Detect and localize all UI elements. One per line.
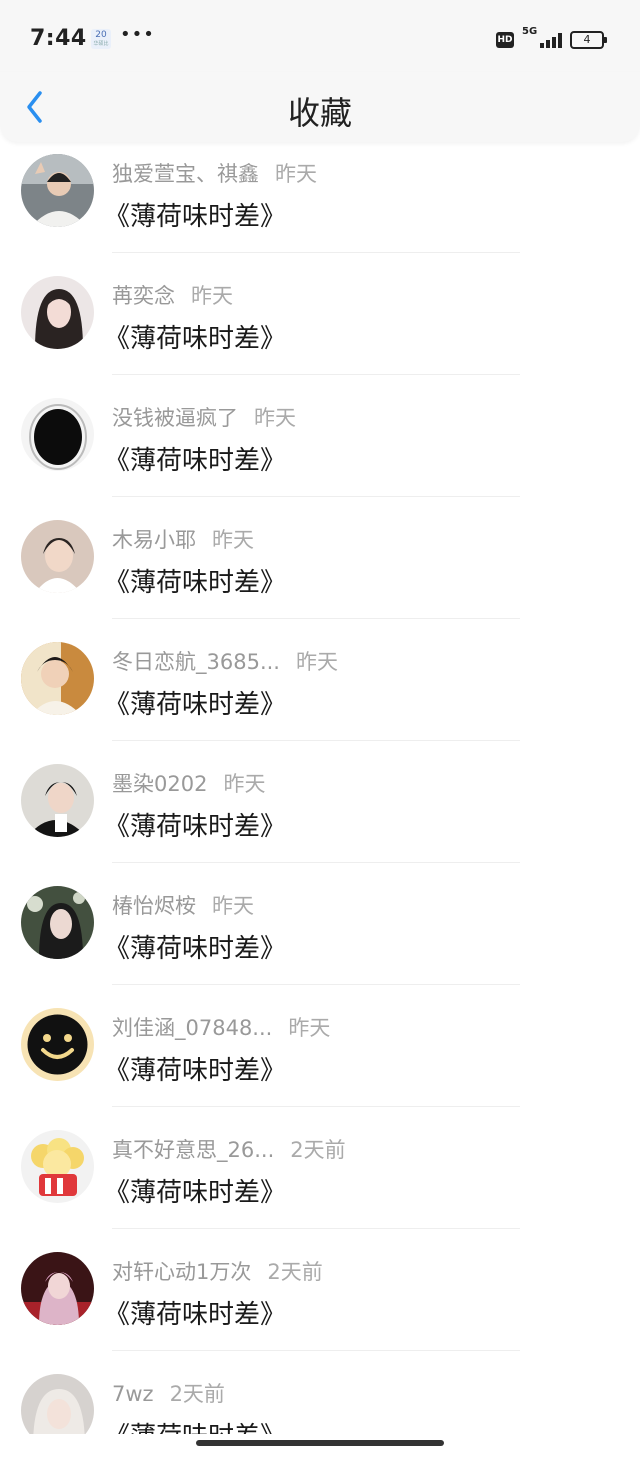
avatar[interactable] [21,764,94,837]
list-item[interactable]: 墨染0202 昨天《薄荷味时差》 [0,758,640,880]
badge-sub: 华硕比 [93,41,109,47]
divider [112,252,520,253]
home-indicator[interactable] [196,1440,444,1446]
list-item[interactable]: 木易小耶 昨天《薄荷味时差》 [0,514,640,636]
work-title[interactable]: 《薄荷味时差》 [104,440,286,477]
list-item[interactable]: 苒奕念 昨天《薄荷味时差》 [0,270,640,392]
work-title[interactable]: 《薄荷味时差》 [104,562,286,599]
user-name[interactable]: 没钱被逼疯了 [112,406,238,430]
list-item[interactable]: 真不好意思_26... 2天前 《薄荷味时差》 [0,1124,640,1246]
divider [112,1228,520,1229]
avatar[interactable] [21,276,94,349]
avatar[interactable] [21,1374,94,1434]
work-title[interactable]: 《薄荷味时差》 [104,1416,286,1434]
user-line: 7wz 2天前 [112,1378,225,1408]
list-item[interactable]: 对轩心动1万次 2天前《薄荷味时差》 [0,1246,640,1368]
list-item[interactable]: 7wz 2天前《薄荷味时差》 [0,1368,640,1434]
avatar[interactable] [21,1008,94,1081]
user-line: 墨染0202 昨天 [112,768,265,798]
work-title[interactable]: 《薄荷味时差》 [104,196,286,233]
user-name[interactable]: 刘佳涵_07848... [112,1016,272,1040]
timestamp: 昨天 [212,528,254,552]
work-title[interactable]: 《薄荷味时差》 [104,1172,286,1209]
notification-badge: 20 华硕比 [91,29,111,49]
user-name[interactable]: 木易小耶 [112,528,196,552]
avatar[interactable] [21,398,94,471]
user-name[interactable]: 冬日恋航_3685... [112,650,280,674]
timestamp: 昨天 [254,406,296,430]
timestamp: 昨天 [223,772,266,796]
status-time: 7:44 [30,26,87,51]
page-title: 收藏 [287,94,352,132]
signal-icon [534,32,562,48]
divider [112,374,520,375]
user-line: 苒奕念 昨天 [112,280,233,310]
list-item[interactable]: 椿怡烬桉 昨天《薄荷味时差》 [0,880,640,1002]
user-name[interactable]: 独爱萱宝、祺鑫 [112,162,259,186]
avatar[interactable] [21,1252,94,1325]
timestamp: 昨天 [275,162,317,186]
work-title[interactable]: 《薄荷味时差》 [104,1050,286,1087]
timestamp: 2天前 [169,1382,225,1406]
work-title[interactable]: 《薄荷味时差》 [104,928,286,965]
user-name[interactable]: 对轩心动1万次 [112,1260,251,1284]
avatar[interactable] [21,642,94,715]
user-line: 独爱萱宝、祺鑫 昨天 [112,158,317,188]
timestamp: 昨天 [288,1016,331,1040]
user-line: 没钱被逼疯了 昨天 [112,402,296,432]
avatar[interactable] [21,520,94,593]
work-title[interactable]: 《薄荷味时差》 [104,806,286,843]
list-item[interactable]: 刘佳涵_07848... 昨天 《薄荷味时差》 [0,1002,640,1124]
user-line: 椿怡烬桉 昨天 [112,890,254,920]
timestamp: 2天前 [290,1138,346,1162]
avatar[interactable] [21,1130,94,1203]
user-line: 真不好意思_26... 2天前 [112,1134,346,1164]
user-line: 刘佳涵_07848... 昨天 [112,1012,330,1042]
divider [112,1106,520,1107]
more-notifications-icon: ••• [120,24,155,45]
user-name[interactable]: 苒奕念 [112,284,175,308]
hd-icon: HD [496,32,514,48]
divider [112,740,520,741]
battery-icon: 4 [570,31,607,49]
badge-number: 20 [95,30,107,40]
work-title[interactable]: 《薄荷味时差》 [104,1294,286,1331]
timestamp: 昨天 [212,894,254,918]
nav-bar: 收藏 [0,72,640,142]
user-line: 冬日恋航_3685... 昨天 [112,646,338,676]
user-name[interactable]: 真不好意思_26... [112,1138,274,1162]
avatar[interactable] [21,886,94,959]
divider [112,984,520,985]
timestamp: 昨天 [191,284,233,308]
divider [112,618,520,619]
favorites-list: 独爱萱宝、祺鑫 昨天 《薄荷味时差》 苒奕念 昨天 《薄荷味时差》 没钱被逼疯了 昨天 《薄荷味… [0,148,640,1434]
list-item[interactable]: 独爱萱宝、祺鑫 昨天《薄荷味时差》 [0,148,640,270]
user-name[interactable]: 椿怡烬桉 [112,894,196,918]
work-title[interactable]: 《薄荷味时差》 [104,684,286,721]
work-title[interactable]: 《薄荷味时差》 [104,318,286,355]
divider [112,496,520,497]
list-item[interactable]: 冬日恋航_3685... 昨天 《薄荷味时差》 [0,636,640,758]
timestamp: 昨天 [295,650,338,674]
status-bar: 7:44 20 华硕比 ••• HD 5G 4 [0,0,640,80]
user-name[interactable]: 墨染0202 [112,772,207,796]
user-line: 对轩心动1万次 2天前 [112,1256,323,1286]
user-line: 木易小耶 昨天 [112,524,254,554]
divider [112,862,520,863]
user-name[interactable]: 7wz [112,1382,154,1406]
avatar[interactable] [21,154,94,227]
timestamp: 2天前 [267,1260,323,1284]
list-item[interactable]: 没钱被逼疯了 昨天《薄荷味时差》 [0,392,640,514]
divider [112,1350,520,1351]
